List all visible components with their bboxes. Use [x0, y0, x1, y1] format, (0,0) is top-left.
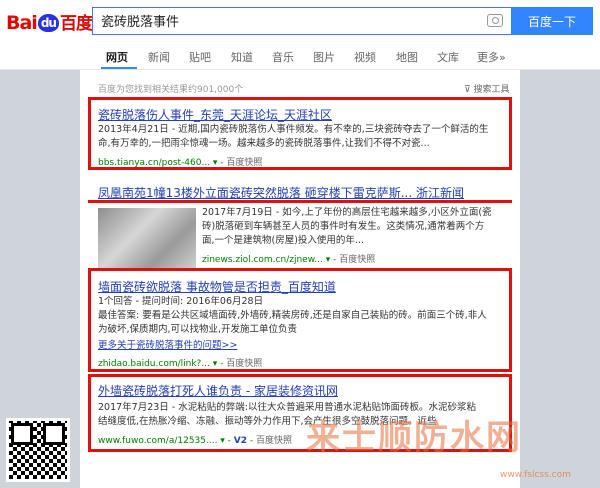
result-2-line1: 2017年7月19日 - 如今,上了年份的高层住宅越来越多,小区外立面(瓷 [202, 207, 492, 218]
highlight-underline-2 [88, 200, 512, 203]
result-2-url-text: zinews.ziol.com.cn/zjnew... [202, 255, 323, 265]
paw-icon: du [37, 14, 59, 32]
logo-text-bai: Bai [6, 12, 38, 34]
qr-code [6, 418, 70, 482]
result-2-title[interactable]: 凤凰南苑1幢13楼外立面瓷砖突然脱落 砸穿楼下雷克萨斯... 浙江新闻 [98, 184, 464, 201]
tab-news[interactable]: 新闻 [148, 49, 170, 65]
result-2-url[interactable]: zinews.ziol.com.cn/zjnew... ▾ - 百度快照 [202, 252, 375, 265]
search-tabs: 网页 新闻 贴吧 知道 音乐 图片 视频 地图 文库 更多» [0, 40, 600, 70]
result-2-snapshot[interactable]: 百度快照 [339, 255, 375, 265]
tab-zhidao[interactable]: 知道 [231, 49, 253, 65]
tab-tieba[interactable]: 贴吧 [189, 49, 211, 65]
result-2-thumbnail[interactable] [98, 208, 196, 268]
search-tools-button[interactable]: ⊽ 搜索工具 [464, 82, 509, 95]
result-2-line2: 砖)脱落砸到车辆甚至人员的事件时有发生。这类情况,通常着两个方 [202, 221, 485, 232]
tab-images[interactable]: 图片 [313, 49, 335, 65]
camera-icon[interactable] [487, 14, 503, 27]
search-input[interactable] [101, 13, 471, 28]
highlight-box-3 [88, 268, 512, 372]
search-box [92, 7, 511, 35]
search-button[interactable]: 百度一下 [511, 7, 593, 35]
watermark: 来士顺防水网 [306, 418, 522, 458]
tab-video[interactable]: 视频 [354, 49, 376, 65]
result-2-line3: 面,一个是建筑物(房屋)投入使用的年... [202, 235, 364, 246]
highlight-box-1 [88, 97, 512, 170]
tab-more[interactable]: 更多» [477, 49, 506, 65]
search-tools-label: 搜索工具 [473, 85, 510, 95]
logo-text-cn: 百度 [59, 14, 93, 34]
tab-web[interactable]: 网页 [106, 49, 128, 65]
active-tab-underline [101, 67, 137, 69]
baidu-logo[interactable]: Bai du 百度 [6, 9, 93, 34]
header-bar: Baidu百度 百度一下 [0, 0, 600, 40]
watermark-url: www.fslcss.com [500, 470, 571, 480]
tab-maps[interactable]: 地图 [396, 49, 418, 65]
result-count: 百度为您找到相关结果约901,000个 [98, 85, 244, 95]
tab-wenku[interactable]: 文库 [437, 49, 459, 65]
tab-music[interactable]: 音乐 [272, 49, 294, 65]
